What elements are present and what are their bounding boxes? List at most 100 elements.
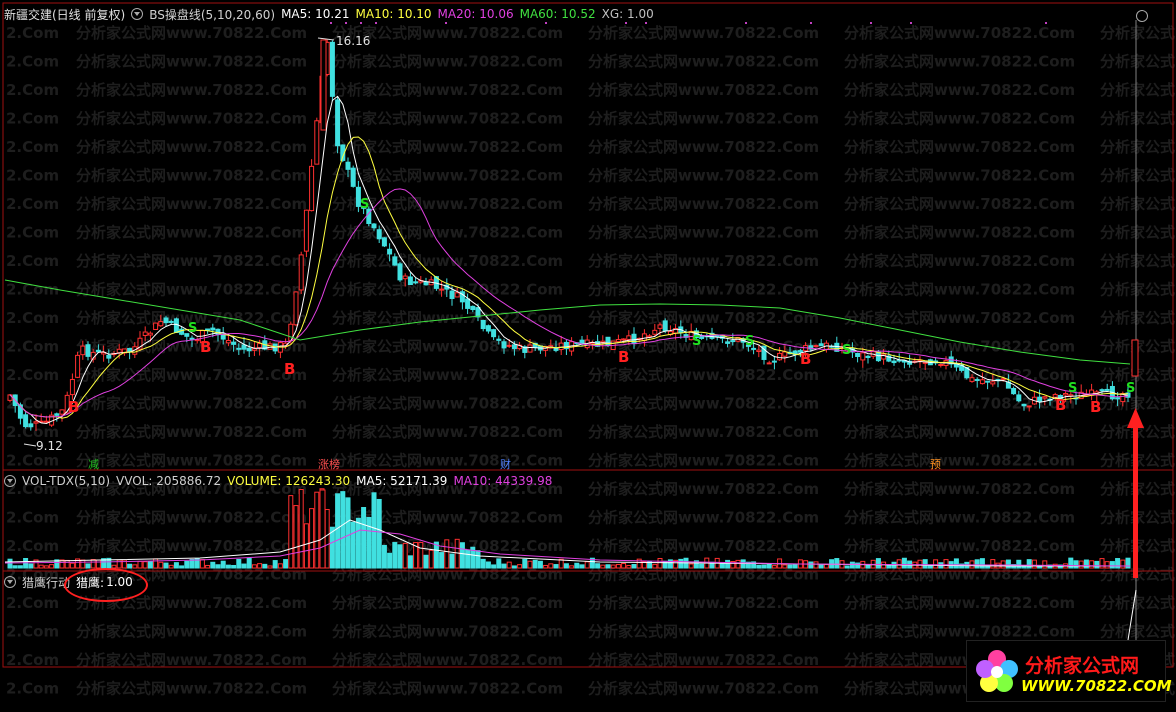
volume-bar [1115, 558, 1121, 569]
top-dot-marker [645, 22, 647, 24]
candle [1011, 387, 1017, 395]
volume-bar [262, 563, 268, 569]
settings-icon[interactable] [131, 8, 144, 20]
candle [106, 354, 112, 359]
watermark-text: 2.Com [6, 24, 59, 42]
volume-bar [340, 491, 346, 569]
volume-bar [844, 565, 850, 569]
candle [511, 344, 517, 350]
candle [210, 327, 216, 331]
watermark-text: 分析家公式网www.70822.Com [1100, 623, 1176, 641]
watermark-text: 分析家公式网www.70822.Com [844, 195, 1075, 213]
volume-bar [433, 541, 439, 569]
candle [756, 349, 762, 352]
candle [251, 348, 257, 351]
candle [387, 248, 393, 255]
watermark-text: 2.Com [6, 252, 59, 270]
event-marker[interactable]: 财 [498, 458, 513, 471]
top-dot-marker [375, 22, 377, 24]
indicator-title[interactable]: 猎鹰行动 [22, 574, 70, 591]
watermark-text: 分析家公式网www.70822.Com [588, 395, 819, 413]
candle [28, 423, 34, 428]
volume-bar [319, 489, 326, 569]
top-dot-marker [345, 22, 347, 24]
candle [69, 379, 75, 396]
volume-bar [849, 561, 855, 569]
watermark-text: 2.Com [6, 366, 59, 384]
watermark-text: 2.Com [6, 623, 59, 641]
volume-bar [678, 558, 684, 569]
volume-title[interactable]: VOL-TDX(5,10) [22, 474, 110, 488]
event-marker[interactable]: 减 [86, 458, 101, 471]
candle [506, 344, 512, 347]
volume-bar [371, 492, 377, 569]
volume-bar [350, 521, 356, 569]
volume-bar [584, 561, 590, 569]
volume-bar [563, 563, 569, 569]
watermark-text: 分析家公式网www.70822.Com [1100, 281, 1176, 299]
event-marker[interactable]: 涨榜 [316, 458, 342, 471]
top-dot-marker [1045, 22, 1047, 24]
candle [730, 340, 736, 343]
volume-bar [1125, 557, 1131, 569]
watermark-text: 分析家公式网www.70822.Com [332, 623, 563, 641]
volume-bar [1042, 560, 1048, 569]
volume-bar [766, 564, 772, 569]
volume-bar [1026, 559, 1032, 569]
watermark-text: 分析家公式网www.70822.Com [1100, 252, 1176, 270]
watermark-text: 分析家公式网www.70822.Com [588, 594, 819, 612]
ma60-readout: MA60: 10.52 [519, 7, 596, 21]
candle [485, 325, 491, 332]
candle [225, 340, 231, 344]
volume-bar [506, 561, 512, 569]
watermark-text: 分析家公式网www.70822.Com [588, 53, 819, 71]
volume-bar [199, 559, 205, 569]
watermark-text: 2.Com [6, 309, 59, 327]
watermark-text: 分析家公式网www.70822.Com [844, 24, 1075, 42]
volume-bar [553, 564, 559, 569]
volume-bar [943, 559, 949, 569]
volume-bar [548, 563, 554, 569]
chart-canvas[interactable]: 2.Com 分析家公式网www.70822.Com 分析家公式网www.70822.… [0, 0, 1176, 712]
close-icon[interactable] [1136, 10, 1148, 22]
volume-bar [517, 564, 523, 569]
volume-bar [896, 559, 902, 569]
watermark-text: 分析家公式网www.70822.Com [844, 452, 1075, 470]
candle [231, 341, 237, 345]
volume-bar [813, 561, 819, 569]
watermark-text: 2.Com [6, 81, 59, 99]
candle [818, 343, 824, 347]
indicator-settings-icon[interactable] [4, 576, 16, 588]
watermark-text: 分析家公式网www.70822.Com [588, 138, 819, 156]
watermark-text: 分析家公式网www.70822.Com [844, 309, 1075, 327]
watermark-text: 分析家公式网www.70822.Com [588, 195, 819, 213]
volume-settings-icon[interactable] [4, 475, 16, 487]
candle [1042, 396, 1048, 399]
watermark-text: 分析家公式网www.70822.Com [76, 509, 307, 527]
watermark-text: 分析家公式网www.70822.Com [588, 680, 819, 698]
volume-bar [652, 563, 658, 569]
event-marker[interactable]: 预 [928, 458, 943, 471]
volume-bar [95, 559, 101, 569]
watermark-text: 分析家公式网www.70822.Com [588, 252, 819, 270]
volume-bar [38, 564, 44, 569]
candle [413, 281, 419, 284]
buy-signal: B [200, 338, 211, 356]
buy-signal: B [68, 398, 79, 416]
watermark-text: 分析家公式网www.70822.Com [332, 423, 563, 441]
watermark-text: 分析家公式网www.70822.Com [844, 623, 1075, 641]
volume-bar [699, 563, 705, 569]
watermark-text: 2.Com [6, 594, 59, 612]
candle [600, 340, 606, 343]
indicator-name[interactable]: BS操盘线(5,10,20,60) [149, 6, 275, 23]
watermark-text: 2.Com [6, 509, 59, 527]
volume-bar [1000, 560, 1006, 569]
volume-bar [257, 563, 263, 569]
candle [714, 335, 720, 338]
candle [127, 347, 133, 352]
candle [397, 263, 403, 281]
watermark-text: 分析家公式网www.70822.Com [76, 395, 307, 413]
volume-bar [324, 509, 330, 569]
watermark-text: 分析家公式网www.70822.Com [76, 423, 307, 441]
candle [860, 352, 866, 361]
